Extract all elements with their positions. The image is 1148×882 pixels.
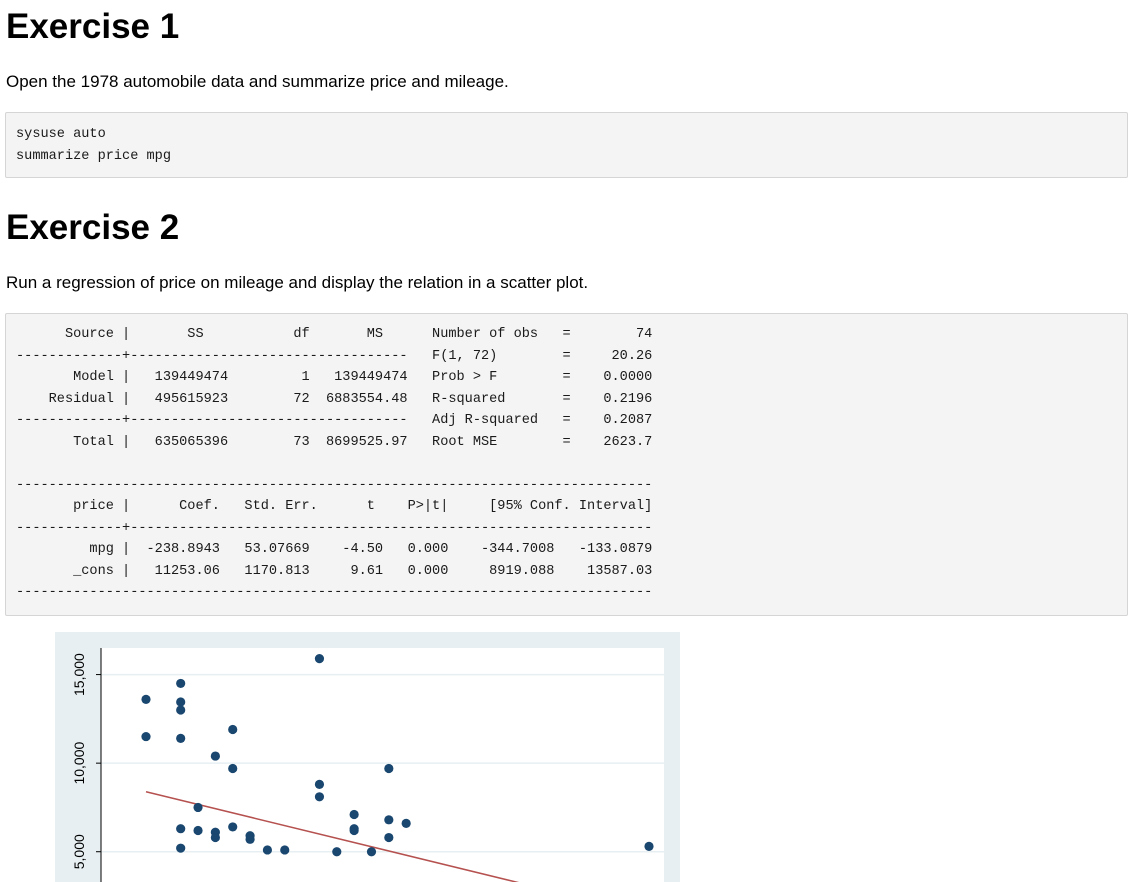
- exercise-1-description: Open the 1978 automobile data and summar…: [6, 72, 509, 91]
- scatter-point: [228, 724, 238, 735]
- scatter-point: [401, 818, 411, 828]
- y-tick-label: 10,000: [71, 742, 87, 785]
- scatter-point: [245, 834, 255, 844]
- scatter-point: [176, 824, 186, 834]
- page: Exercise 1 Open the 1978 automobile data…: [0, 0, 1148, 882]
- scatter-point: [228, 763, 238, 774]
- scatter-point: [332, 847, 342, 857]
- scatter-point: [176, 705, 186, 715]
- exercise-2-heading: Exercise 2: [6, 208, 180, 247]
- scatter-point: [280, 845, 290, 855]
- scatter-point: [384, 763, 394, 774]
- y-tick-label: 15,000: [71, 653, 87, 696]
- scatter-point: [384, 815, 394, 825]
- scatter-point: [176, 733, 186, 743]
- scatter-point: [210, 751, 220, 761]
- scatter-plot: 15,000 10,000 5,000: [55, 632, 680, 882]
- scatter-point: [210, 832, 220, 843]
- scatter-point: [141, 731, 151, 742]
- exercise-1-code: sysuse auto summarize price mpg: [16, 127, 171, 164]
- scatter-point: [228, 822, 238, 832]
- scatter-point: [314, 779, 325, 790]
- exercise-1-heading: Exercise 1: [6, 7, 180, 46]
- scatter-point: [141, 694, 151, 704]
- exercise-2-description: Run a regression of price on mileage and…: [6, 273, 589, 292]
- scatter-point: [193, 825, 203, 836]
- scatter-point: [314, 792, 325, 802]
- scatter-point: [193, 802, 203, 813]
- scatter-point: [349, 825, 359, 836]
- regression-output-block: Source | SS df MS Number of obs = 74 ---…: [5, 313, 1128, 616]
- scatter-point: [384, 832, 394, 843]
- scatter-point: [176, 678, 186, 689]
- scatter-point: [176, 697, 186, 707]
- plot-area: [101, 648, 664, 882]
- scatter-point: [314, 654, 325, 664]
- scatter-point: [349, 809, 359, 820]
- y-tick-label: 5,000: [71, 834, 87, 869]
- scatter-point: [176, 843, 186, 853]
- scatter-plot-svg: 15,000 10,000 5,000: [71, 648, 664, 882]
- scatter-point: [262, 845, 273, 855]
- exercise-1-code-block: sysuse auto summarize price mpg: [5, 112, 1128, 178]
- scatter-point: [366, 847, 377, 857]
- regression-output: Source | SS df MS Number of obs = 74 ---…: [16, 327, 653, 600]
- scatter-point: [644, 841, 654, 852]
